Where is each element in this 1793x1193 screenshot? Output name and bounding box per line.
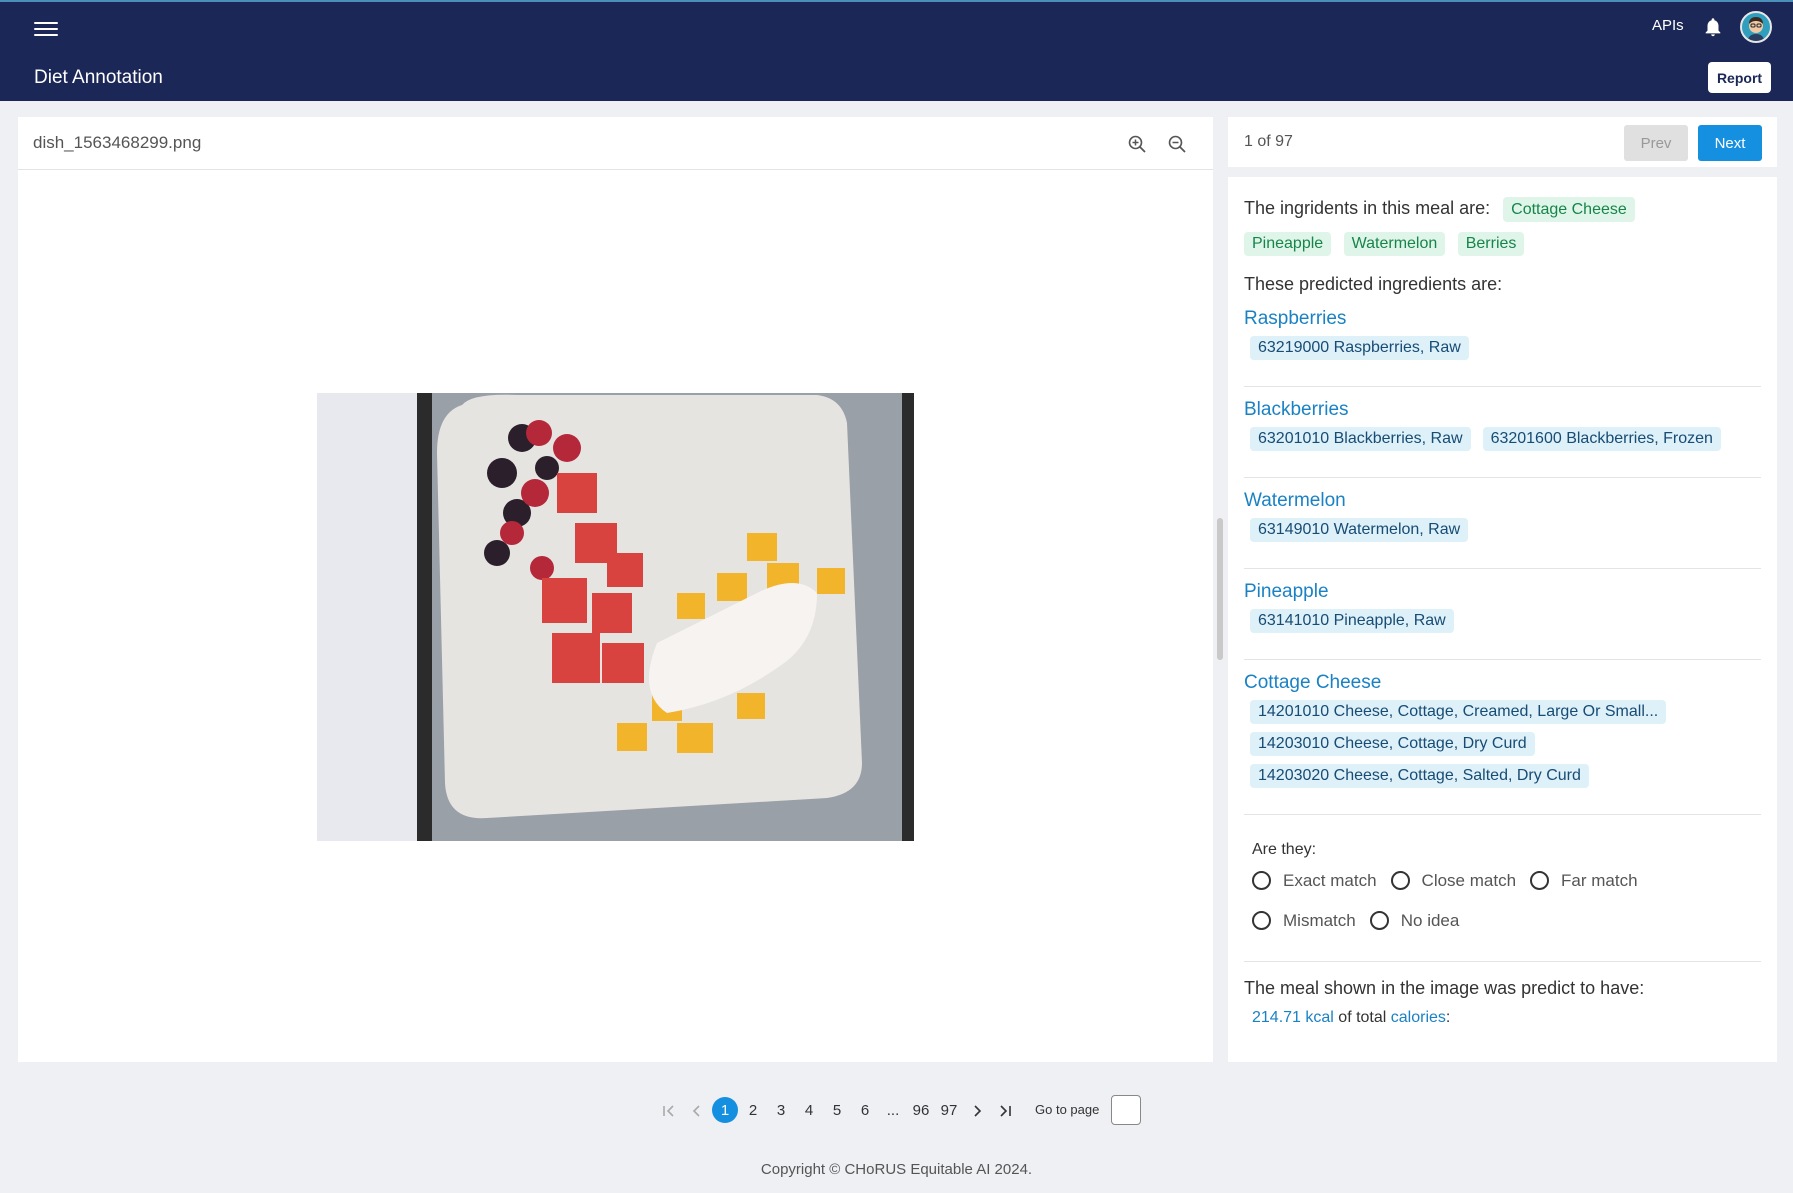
- calories-value: 214.71 kcal: [1252, 1009, 1334, 1027]
- calories-colon: :: [1445, 1009, 1451, 1027]
- last-page-icon[interactable]: [996, 1097, 1014, 1125]
- ingredient-chip: Pineapple: [1244, 232, 1332, 257]
- predicted-group-cottage-cheese: Cottage Cheese 14201010 Cheese, Cottage,…: [1244, 672, 1761, 815]
- first-page-icon[interactable]: [660, 1097, 678, 1125]
- page-number[interactable]: 2: [740, 1097, 766, 1123]
- radio-circle-icon[interactable]: [1252, 911, 1271, 931]
- predicted-group-title[interactable]: Raspberries: [1244, 308, 1761, 330]
- radio-far-match[interactable]: Far match: [1530, 871, 1638, 891]
- radio-circle-icon[interactable]: [1369, 911, 1389, 931]
- radio-circle-icon[interactable]: [1252, 871, 1271, 891]
- radio-mismatch[interactable]: Mismatch: [1252, 911, 1356, 931]
- page-number[interactable]: 4: [796, 1097, 822, 1123]
- radio-exact-match[interactable]: Exact match: [1252, 871, 1377, 891]
- calories-link[interactable]: calories: [1391, 1009, 1446, 1026]
- predicted-group-pineapple: Pineapple 63141010 Pineapple, Raw: [1244, 581, 1761, 660]
- image-panel-header: dish_1563468299.png: [18, 117, 1213, 170]
- user-avatar[interactable]: [1740, 11, 1772, 43]
- ingredient-chip: Watermelon: [1343, 232, 1446, 257]
- radio-circle-icon[interactable]: [1530, 871, 1550, 891]
- page-number[interactable]: 3: [768, 1097, 794, 1123]
- app-title: Diet Annotation: [34, 67, 163, 88]
- radio-circle-icon[interactable]: [1390, 871, 1410, 891]
- food-code-chip[interactable]: 14201010 Cheese, Cottage, Creamed, Large…: [1250, 699, 1667, 724]
- image-panel: dish_1563468299.png: [18, 117, 1213, 1062]
- dish-image: [317, 393, 914, 841]
- goto-page-input[interactable]: [1111, 1095, 1141, 1125]
- match-question: Are they:: [1252, 840, 1317, 858]
- apis-link[interactable]: APIs: [1652, 17, 1684, 34]
- food-code-chip[interactable]: 14203020 Cheese, Cottage, Salted, Dry Cu…: [1250, 763, 1589, 788]
- prev-page-icon[interactable]: [688, 1097, 706, 1125]
- navigation-bar: 1 of 97 Prev Next: [1228, 117, 1777, 167]
- predicted-group-raspberries: Raspberries 63219000 Raspberries, Raw: [1244, 308, 1761, 387]
- ingredient-chip: Berries: [1457, 232, 1525, 257]
- ingredients-intro: The ingridents in this meal are:: [1244, 198, 1491, 218]
- radio-no-idea[interactable]: No idea: [1369, 911, 1459, 931]
- annotation-panel: The ingridents in this meal are: Cottage…: [1228, 177, 1777, 1062]
- ingredient-chip: Cottage Cheese: [1503, 197, 1635, 223]
- predicted-group-blackberries: Blackberries 63201010 Blackberries, Raw 6…: [1244, 399, 1761, 478]
- bell-icon[interactable]: [1702, 16, 1724, 38]
- page-number[interactable]: 5: [824, 1097, 850, 1123]
- calories-intro: The meal shown in the image was predict …: [1244, 977, 1645, 998]
- page-number[interactable]: 6: [852, 1097, 878, 1123]
- food-code-chip[interactable]: 63149010 Watermelon, Raw: [1250, 517, 1469, 542]
- item-counter: 1 of 97: [1244, 133, 1293, 150]
- prev-button[interactable]: Prev: [1624, 125, 1688, 161]
- page-number-active[interactable]: 1: [712, 1097, 738, 1123]
- footer-copyright: Copyright © CHoRUS Equitable AI 2024.: [760, 1161, 1033, 1178]
- report-button[interactable]: Report: [1708, 62, 1771, 93]
- predicted-intro: These predicted ingredients are:: [1244, 274, 1503, 295]
- predicted-group-title[interactable]: Blackberries: [1244, 399, 1761, 421]
- match-section: Are they: Exact match Close match Far ma…: [1244, 827, 1761, 962]
- page-number[interactable]: 96: [908, 1097, 934, 1123]
- food-code-chip[interactable]: 14203010 Cheese, Cottage, Dry Curd: [1250, 731, 1535, 756]
- food-code-chip[interactable]: 63219000 Raspberries, Raw: [1250, 335, 1469, 360]
- zoom-in-icon[interactable]: [1127, 134, 1147, 154]
- page-number[interactable]: 97: [936, 1097, 962, 1123]
- food-code-chip[interactable]: 63201600 Blackberries, Frozen: [1482, 426, 1721, 451]
- image-filename: dish_1563468299.png: [33, 133, 202, 152]
- food-code-chip[interactable]: 63141010 Pineapple, Raw: [1250, 608, 1454, 633]
- panel-scrollbar[interactable]: [1217, 518, 1223, 660]
- predicted-group-title[interactable]: Pineapple: [1244, 581, 1761, 603]
- ingredients-section: The ingridents in this meal are: Cottage…: [1244, 177, 1761, 257]
- radio-close-match[interactable]: Close match: [1390, 871, 1516, 891]
- calories-middle-text: of total: [1338, 1009, 1387, 1027]
- predicted-group-title[interactable]: Watermelon: [1244, 490, 1761, 512]
- goto-page-label: Go to page: [1035, 1102, 1100, 1117]
- predicted-group-watermelon: Watermelon 63149010 Watermelon, Raw: [1244, 490, 1761, 569]
- predicted-group-title[interactable]: Cottage Cheese: [1244, 672, 1761, 694]
- zoom-out-icon[interactable]: [1167, 134, 1187, 154]
- food-code-chip[interactable]: 63201010 Blackberries, Raw: [1250, 426, 1471, 451]
- page-ellipsis: ...: [886, 1101, 900, 1119]
- top-navbar: APIs Diet Annotation Report: [0, 0, 1793, 101]
- next-button[interactable]: Next: [1698, 125, 1762, 161]
- hamburger-menu-icon[interactable]: [34, 18, 58, 38]
- calories-section: The meal shown in the image was predict …: [1244, 978, 1761, 1028]
- next-page-icon[interactable]: [968, 1097, 986, 1125]
